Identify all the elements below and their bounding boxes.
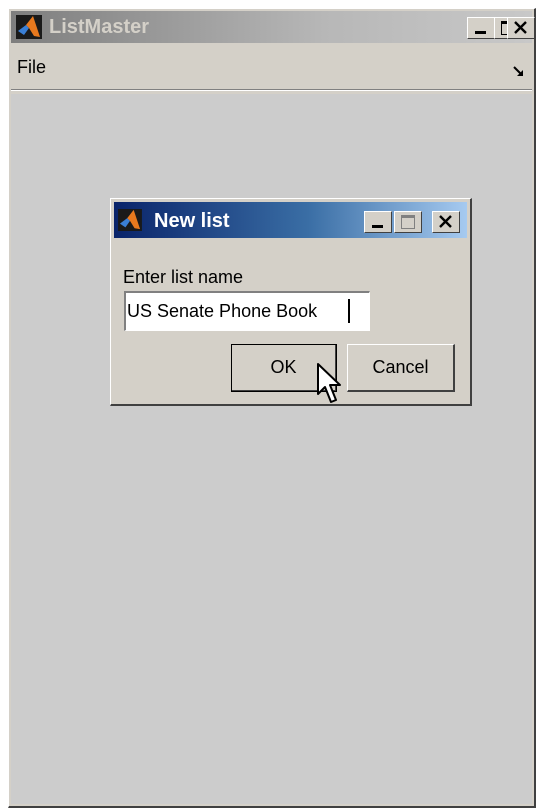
matlab-logo-icon bbox=[16, 15, 42, 39]
dialog-minimize-button[interactable] bbox=[364, 211, 392, 233]
matlab-logo-icon bbox=[118, 209, 142, 231]
dialog-maximize-button[interactable] bbox=[394, 211, 422, 233]
text-caret bbox=[348, 299, 350, 323]
menu-separator bbox=[11, 89, 532, 91]
maximize-icon bbox=[401, 215, 415, 229]
minimize-button[interactable] bbox=[467, 17, 495, 39]
window-title: ListMaster bbox=[49, 16, 150, 38]
dock-arrow-icon[interactable] bbox=[512, 65, 526, 79]
main-window: ListMaster File bbox=[8, 8, 536, 808]
list-name-label: Enter list name bbox=[123, 267, 244, 287]
close-icon bbox=[439, 215, 452, 228]
list-name-input[interactable] bbox=[124, 291, 370, 331]
menu-file[interactable]: File bbox=[17, 57, 46, 78]
close-icon bbox=[514, 21, 527, 34]
dialog-title: New list bbox=[154, 210, 230, 232]
new-list-dialog: New list Enter list name OK Cancel bbox=[110, 198, 472, 406]
main-titlebar[interactable]: ListMaster bbox=[11, 11, 535, 43]
menubar: File bbox=[11, 45, 532, 91]
minimize-icon bbox=[372, 225, 383, 228]
cancel-button[interactable]: Cancel bbox=[347, 344, 455, 392]
dialog-close-button[interactable] bbox=[432, 211, 460, 233]
dialog-titlebar[interactable]: New list bbox=[114, 202, 467, 238]
mouse-pointer-icon bbox=[317, 363, 341, 403]
minimize-icon bbox=[475, 31, 486, 34]
close-button[interactable] bbox=[507, 17, 535, 39]
